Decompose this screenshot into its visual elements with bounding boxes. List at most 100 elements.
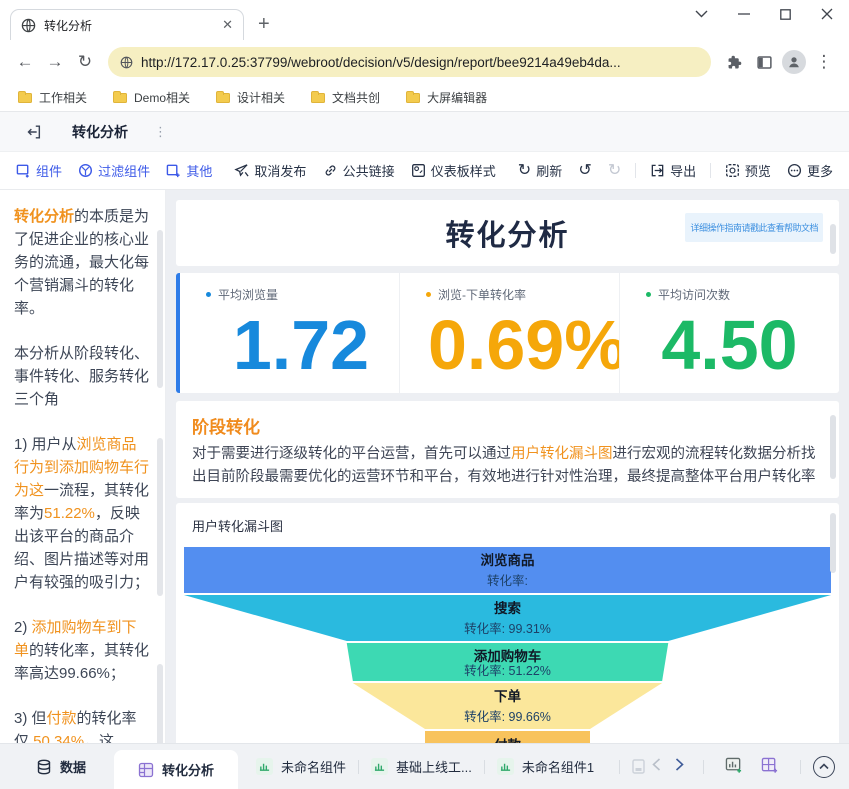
kpi-view-order-rate: 浏览-下单转化率 0.69% [399, 273, 619, 393]
design-toolbar: 组件 过滤组件 其他 取消发布 公共链接 仪表板样式 ↻ 刷新 ↺ ↻ 导出 预… [0, 152, 849, 190]
sidebar-scrollbar[interactable] [157, 230, 163, 388]
window-menu-chevron-icon[interactable] [695, 10, 708, 18]
add-chart-component-icon[interactable] [716, 757, 752, 777]
add-dashboard-tab-icon[interactable] [752, 757, 788, 777]
kpi-value: 1.72 [232, 306, 370, 384]
more-button[interactable]: 更多 [787, 161, 833, 180]
widget-scrollbar[interactable] [830, 224, 836, 254]
collapse-panel-icon[interactable] [813, 755, 835, 778]
preview-button[interactable]: 预览 [725, 161, 771, 180]
title-widget[interactable]: 转化分析 详细操作指南请戳此查看帮助文档 [176, 200, 839, 266]
kpi-label: 平均访问次数 [620, 286, 839, 303]
tab-close-icon[interactable]: ✕ [222, 17, 233, 33]
folder-icon [216, 90, 231, 103]
tab-divider [800, 759, 801, 774]
folder-icon [311, 90, 326, 103]
tab-conversion-analysis-active[interactable]: 转化分析 [114, 750, 239, 789]
bookmark-folder[interactable]: 文档共创 [311, 89, 380, 106]
profile-avatar[interactable] [779, 47, 809, 77]
extensions-puzzle-icon[interactable] [719, 47, 749, 77]
add-filter-component-button[interactable]: 过滤组件 [78, 161, 150, 180]
back-button[interactable]: ← [10, 47, 40, 77]
browser-window: 转化分析 ✕ + ← → ↻ http://172.17.0.25:37799/… [0, 0, 849, 789]
add-component-button[interactable]: 组件 [16, 161, 62, 180]
funnel-stage-add-cart[interactable]: 添加购物车 转化率: 51.22% [346, 643, 669, 681]
url-bar[interactable]: http://172.17.0.25:37799/webroot/decisio… [108, 47, 711, 77]
widget-scrollbar[interactable] [830, 415, 836, 479]
scroll-tabs-left-icon[interactable] [645, 758, 668, 775]
help-doc-link[interactable]: 详细操作指南请戳此查看帮助文档 [685, 213, 823, 242]
section-text-widget[interactable]: 阶段转化 对于需要进行逐级转化的平台运营，首先可以通过用户转化漏斗图进行宏观的流… [176, 401, 839, 498]
sidebar-paragraph: 转化分析的本质是为了促进企业的核心业务的流通，最大化每个营销漏斗的转化率。 [14, 208, 150, 317]
browser-tab[interactable]: 转化分析 ✕ [10, 9, 244, 40]
section-body: 对于需要进行逐级转化的平台运营，首先可以通过用户转化漏斗图进行宏观的流程转化数据… [192, 446, 816, 485]
url-text[interactable]: http://172.17.0.25:37799/webroot/decisio… [141, 55, 621, 70]
section-heading: 阶段转化 [192, 418, 260, 437]
page-thumbnail-icon [632, 759, 645, 774]
tab-strip: 转化分析 ✕ + [0, 0, 849, 40]
bar-chart-icon [496, 758, 514, 775]
refresh-icon: ↻ [517, 161, 532, 179]
tab-divider [483, 759, 485, 774]
close-window-icon[interactable] [821, 8, 833, 20]
new-tab-button[interactable]: + [258, 13, 270, 36]
kpi-avg-pageviews: 平均浏览量 1.72 [180, 273, 399, 393]
bookmark-folder[interactable]: 设计相关 [216, 89, 285, 106]
kpi-value: 4.50 [661, 306, 798, 384]
bookmark-folder[interactable]: 工作相关 [18, 89, 87, 106]
cancel-publish-button[interactable]: 取消发布 [234, 161, 306, 180]
kpi-dot-icon [426, 292, 431, 297]
folder-icon [18, 90, 32, 103]
dashboard-style-button[interactable]: 仪表板样式 [411, 161, 496, 180]
funnel-stage-browse[interactable]: 浏览商品 转化率: [184, 547, 831, 593]
exit-design-icon[interactable] [26, 124, 42, 140]
browser-menu-icon[interactable]: ⋮ [809, 47, 839, 77]
public-link-button[interactable]: 公共链接 [323, 161, 395, 180]
dashboard-title: 转化分析 [445, 220, 570, 252]
kpi-value: 0.69% [428, 306, 619, 384]
tab-unnamed-component[interactable]: 未命名组件 [256, 757, 346, 776]
window-controls [695, 8, 833, 20]
kpi-avg-visits: 平均访问次数 4.50 [619, 273, 839, 393]
undo-button[interactable]: ↺ [578, 162, 591, 179]
reload-button[interactable]: ↻ [70, 47, 100, 77]
tab-divider [358, 759, 360, 774]
app-header: 转化分析 ⋮ [0, 112, 849, 152]
funnel-stage-pay[interactable]: 付款 [425, 731, 590, 743]
bookmark-folder[interactable]: Demo相关 [113, 89, 190, 106]
data-panel-button[interactable]: 数据 [36, 757, 86, 776]
export-button[interactable]: 导出 [650, 161, 696, 180]
funnel-chart-widget[interactable]: 用户转化漏斗图 浏览商品 转化率: 搜索 转化率: 99.31% 添加购物车 转… [176, 503, 839, 743]
kpi-label: 平均浏览量 [180, 286, 399, 303]
kpi-dot-icon [206, 292, 211, 297]
redo-button[interactable]: ↻ [608, 162, 621, 179]
side-panel-icon[interactable] [749, 47, 779, 77]
sidebar-scrollbar[interactable] [157, 664, 163, 743]
toolbar-divider [710, 163, 711, 178]
folder-icon [406, 90, 421, 103]
sidebar-scrollbar[interactable] [157, 438, 163, 596]
minimize-icon[interactable] [738, 8, 750, 20]
other-components-button[interactable]: 其他 [166, 161, 212, 180]
funnel-stage-search[interactable]: 搜索 转化率: 99.31% [184, 595, 831, 641]
widget-scrollbar[interactable] [830, 513, 836, 573]
kpi-dot-icon [646, 292, 651, 297]
bar-chart-icon [256, 758, 274, 775]
text-widget-sidebar[interactable]: 转化分析的本质是为了促进企业的核心业务的流通，最大化每个营销漏斗的转化率。 本分… [0, 190, 166, 743]
kpi-card-widget[interactable]: 平均浏览量 1.72 浏览-下单转化率 0.69% 平均访问次数 4.50 [176, 273, 839, 393]
refresh-button[interactable]: ↻ 刷新 [518, 161, 562, 180]
funnel-stage-order[interactable]: 下单 转化率: 99.66% [352, 683, 663, 729]
component-tab-bar: 数据 转化分析 未命名组件 基础上线工... 未命名组件1 [0, 743, 849, 789]
maximize-icon[interactable] [780, 8, 791, 20]
tab-unnamed-component-1[interactable]: 未命名组件1 [496, 757, 594, 776]
dashboard-name: 转化分析 [72, 123, 128, 140]
tab-bar-controls [607, 755, 849, 778]
bookmark-folder[interactable]: 大屏编辑器 [406, 89, 487, 106]
scroll-tabs-right-icon[interactable] [668, 758, 691, 775]
folder-icon [113, 90, 128, 103]
tab-basic-online[interactable]: 基础上线工... [371, 757, 472, 776]
forward-button[interactable]: → [40, 47, 70, 77]
bookmarks-bar: 工作相关 Demo相关 设计相关 文档共创 大屏编辑器 [0, 84, 849, 112]
dashboard-name-menu-icon[interactable]: ⋮ [154, 124, 168, 140]
bar-chart-icon [371, 758, 389, 775]
